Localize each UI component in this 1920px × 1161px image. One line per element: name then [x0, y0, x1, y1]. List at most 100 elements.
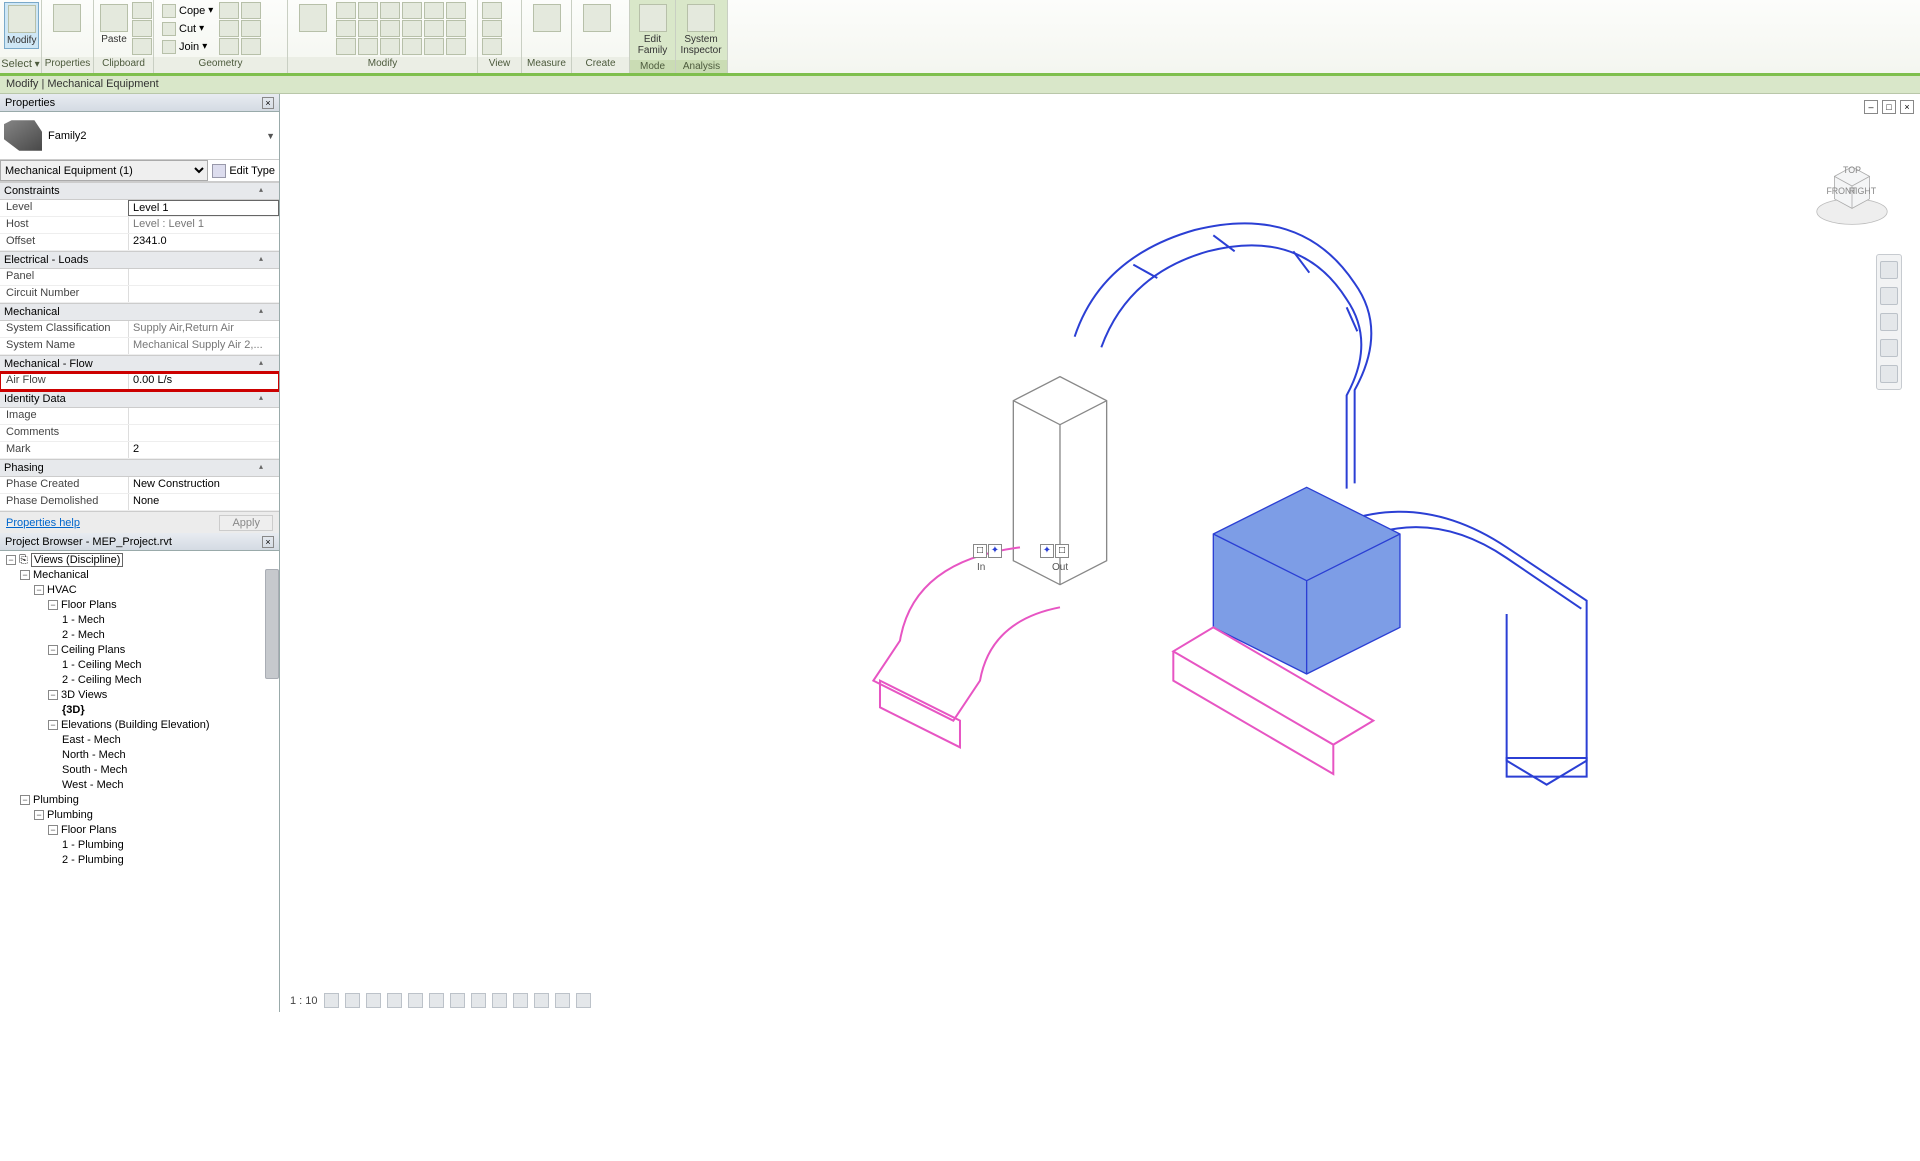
mod-m[interactable]: [424, 2, 444, 19]
viewport-3d[interactable]: – □ ×: [280, 94, 1920, 1012]
geom-e[interactable]: [241, 20, 261, 37]
detail-level-button[interactable]: [324, 993, 339, 1008]
cope-button[interactable]: Cope ▾: [158, 2, 217, 19]
edit-type-button[interactable]: Edit Type: [208, 160, 279, 181]
tree-plumb2[interactable]: 2 - Plumbing: [58, 853, 277, 868]
mod-b[interactable]: [336, 20, 356, 37]
mod-k[interactable]: [402, 20, 422, 37]
mark-value[interactable]: 2: [128, 442, 279, 458]
instance-filter-select[interactable]: Mechanical Equipment (1): [0, 160, 208, 181]
mod-a[interactable]: [336, 2, 356, 19]
tree-floor-plans[interactable]: −Floor Plans: [44, 598, 277, 613]
full-nav-wheel-button[interactable]: [1880, 261, 1898, 279]
walk-button[interactable]: [1880, 365, 1898, 383]
system-inspector-button[interactable]: System Inspector: [680, 2, 722, 58]
orbit-button[interactable]: [1880, 339, 1898, 357]
mod-o[interactable]: [424, 38, 444, 55]
cat-constraints[interactable]: Constraints: [0, 182, 279, 200]
mod-n[interactable]: [424, 20, 444, 37]
crop-region-button[interactable]: [450, 993, 465, 1008]
cat-electrical[interactable]: Electrical - Loads: [0, 251, 279, 269]
pan-button[interactable]: [1880, 287, 1898, 305]
properties-button[interactable]: [46, 2, 88, 36]
apply-button[interactable]: Apply: [219, 515, 273, 531]
select-modify-button[interactable]: Modify: [4, 2, 39, 49]
geom-d[interactable]: [241, 2, 261, 19]
connector-out[interactable]: ✦ □: [1040, 544, 1069, 558]
activate-button[interactable]: [292, 2, 334, 36]
tree-mechanical[interactable]: −Mechanical: [16, 568, 277, 583]
tree-views-root[interactable]: −⎘ Views (Discipline): [2, 553, 277, 568]
paste-button[interactable]: Paste: [98, 2, 130, 47]
view-cube[interactable]: TOP FRONT RIGHT: [1812, 154, 1892, 234]
zoom-button[interactable]: [1880, 313, 1898, 331]
connector-in[interactable]: □ ✦: [973, 544, 1002, 558]
crop-view-button[interactable]: [429, 993, 444, 1008]
sun-path-button[interactable]: [366, 993, 381, 1008]
properties-help-link[interactable]: Properties help: [6, 517, 80, 529]
tree-3d-views[interactable]: −3D Views: [44, 688, 277, 703]
close-browser-button[interactable]: ×: [262, 536, 274, 548]
mod-l[interactable]: [402, 38, 422, 55]
mod-f[interactable]: [358, 38, 378, 55]
match-button[interactable]: [132, 38, 152, 55]
join-button[interactable]: Join ▾: [158, 38, 217, 55]
geom-a[interactable]: [219, 2, 239, 19]
cat-mechanical[interactable]: Mechanical: [0, 303, 279, 321]
tree-hvac[interactable]: −HVAC: [30, 583, 277, 598]
properties-title-bar[interactable]: Properties ×: [0, 94, 279, 112]
tree-ceiling-plans[interactable]: −Ceiling Plans: [44, 643, 277, 658]
mod-p[interactable]: [446, 2, 466, 19]
tree-ceil2[interactable]: 2 - Ceiling Mech: [58, 673, 277, 688]
tree-north[interactable]: North - Mech: [58, 748, 277, 763]
close-properties-button[interactable]: ×: [262, 97, 274, 109]
tree-plumb1[interactable]: 1 - Plumbing: [58, 838, 277, 853]
tree-plumb-fplans[interactable]: −Floor Plans: [44, 823, 277, 838]
mod-d[interactable]: [358, 2, 378, 19]
tree-mech2[interactable]: 2 - Mech: [58, 628, 277, 643]
mod-h[interactable]: [380, 20, 400, 37]
view-b[interactable]: [482, 20, 502, 37]
family-type-selector[interactable]: Family2 ▼: [0, 112, 279, 160]
cut-button[interactable]: Cut ▾: [158, 20, 217, 37]
tree-current-3d[interactable]: {3D}: [58, 703, 277, 718]
mod-g[interactable]: [380, 2, 400, 19]
tree-ceil1[interactable]: 1 - Ceiling Mech: [58, 658, 277, 673]
tree-south[interactable]: South - Mech: [58, 763, 277, 778]
project-browser-title-bar[interactable]: Project Browser - MEP_Project.rvt ×: [0, 533, 279, 551]
cat-phasing[interactable]: Phasing: [0, 459, 279, 477]
tree-mech1[interactable]: 1 - Mech: [58, 613, 277, 628]
tree-east[interactable]: East - Mech: [58, 733, 277, 748]
view-a[interactable]: [482, 2, 502, 19]
level-value[interactable]: Level 1: [128, 200, 279, 216]
tree-plumbing[interactable]: −Plumbing: [16, 793, 277, 808]
reveal-button[interactable]: [513, 993, 528, 1008]
cat-identity[interactable]: Identity Data: [0, 390, 279, 408]
hidden-button[interactable]: [576, 993, 591, 1008]
phased-value[interactable]: None: [128, 494, 279, 510]
constraints-button[interactable]: [555, 993, 570, 1008]
airflow-input[interactable]: [133, 374, 275, 386]
phasec-value[interactable]: New Construction: [128, 477, 279, 493]
geom-f[interactable]: [241, 38, 261, 55]
rendering-button[interactable]: [408, 993, 423, 1008]
browser-scrollbar-thumb[interactable]: [265, 569, 279, 679]
mod-r[interactable]: [446, 38, 466, 55]
view-scale[interactable]: 1 : 10: [290, 995, 318, 1007]
create-button[interactable]: [576, 2, 618, 36]
analytical-button[interactable]: [534, 993, 549, 1008]
mod-c[interactable]: [336, 38, 356, 55]
temp-hide-button[interactable]: [492, 993, 507, 1008]
measure-button[interactable]: [526, 2, 567, 36]
copy-clip-button[interactable]: [132, 20, 152, 37]
cat-mech-flow[interactable]: Mechanical - Flow: [0, 355, 279, 373]
tree-elevations[interactable]: −Elevations (Building Elevation): [44, 718, 277, 733]
mod-e[interactable]: [358, 20, 378, 37]
tree-plumbing2[interactable]: −Plumbing: [30, 808, 277, 823]
lock-view-button[interactable]: [471, 993, 486, 1008]
mod-j[interactable]: [402, 2, 422, 19]
cut-clip-button[interactable]: [132, 2, 152, 19]
geom-b[interactable]: [219, 20, 239, 37]
visual-style-button[interactable]: [345, 993, 360, 1008]
tree-west[interactable]: West - Mech: [58, 778, 277, 793]
